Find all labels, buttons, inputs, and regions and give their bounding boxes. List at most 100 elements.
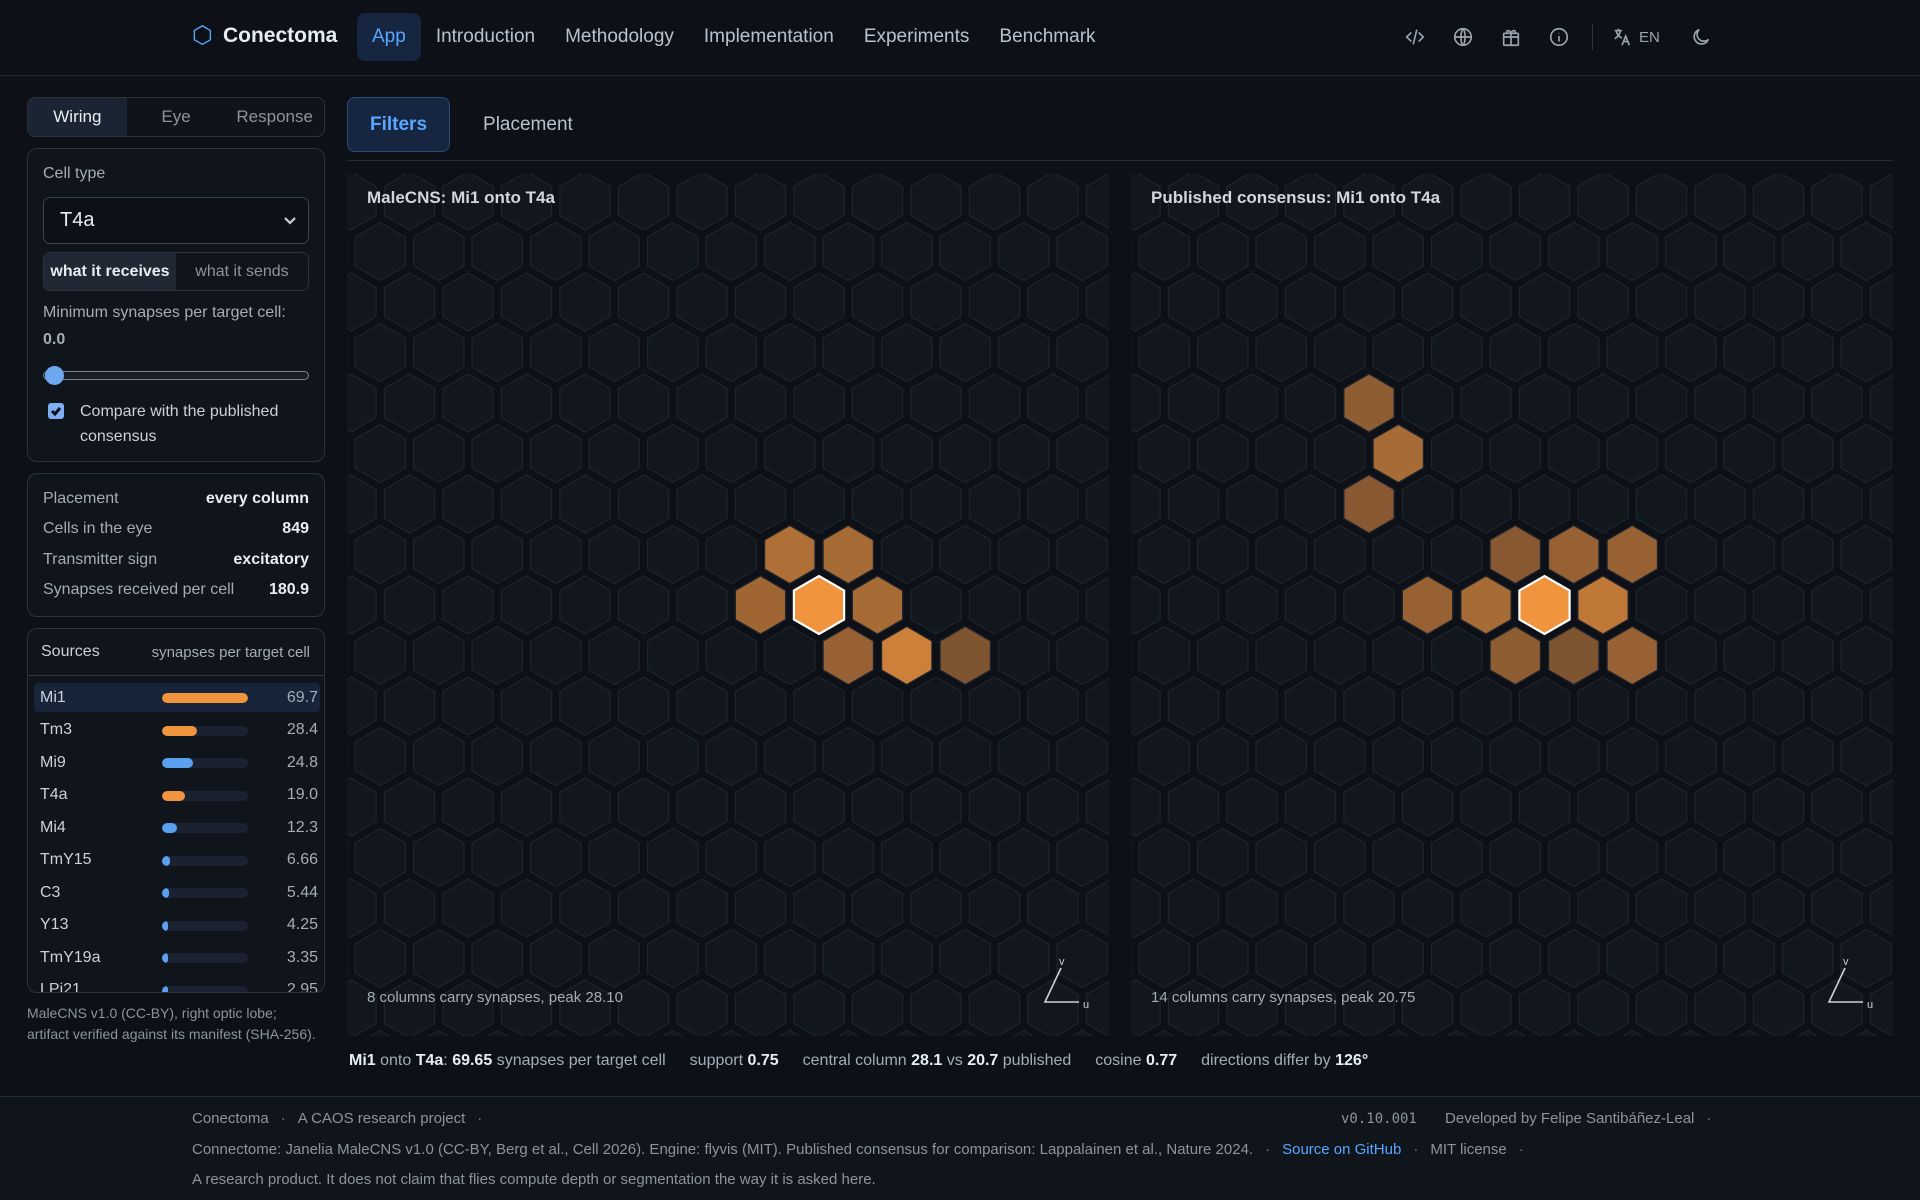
hex-column — [530, 322, 582, 383]
source-row-tmy15[interactable]: TmY15 6.66 — [34, 846, 320, 875]
view-wiring[interactable]: Wiring — [28, 98, 127, 136]
hex-cell-active[interactable] — [1548, 625, 1600, 686]
source-row-t4a[interactable]: T4a 19.0 — [34, 781, 320, 810]
nav-app[interactable]: App — [357, 13, 421, 61]
hex-cell-active[interactable] — [1606, 524, 1659, 585]
hex-column — [1027, 676, 1079, 736]
hex-column — [1460, 777, 1512, 837]
cell-type-select[interactable]: T4a — [43, 197, 309, 244]
hex-column — [1085, 273, 1109, 331]
hex-cell-active[interactable] — [1343, 474, 1395, 534]
source-row-tmy19a[interactable]: TmY19a 3.35 — [34, 943, 320, 972]
hex-cell-active[interactable] — [1401, 575, 1454, 635]
hex-cell-active[interactable] — [764, 524, 816, 585]
consensus-hex-map[interactable]: Published consensus: Mi1 onto T4a 14 col… — [1131, 174, 1893, 1036]
source-value: 28.4 — [286, 721, 318, 738]
hex-cell-active[interactable] — [1489, 524, 1541, 585]
hex-column — [1085, 677, 1109, 735]
nav-methodology[interactable]: Methodology — [550, 13, 689, 61]
hex-column — [880, 322, 933, 383]
compare-checkbox[interactable] — [48, 403, 64, 419]
hex-column — [1489, 322, 1541, 383]
axis-u-label: u — [1867, 999, 1873, 1011]
globe-icon[interactable] — [1448, 24, 1478, 50]
hex-cell-active[interactable] — [1343, 373, 1395, 433]
hex-column — [442, 777, 494, 837]
map-footer: 14 columns carry synapses, peak 20.75 — [1151, 989, 1416, 1006]
info-icon[interactable] — [1544, 24, 1574, 50]
source-row-tm3[interactable]: Tm3 28.4 — [34, 716, 320, 745]
nav-experiments[interactable]: Experiments — [849, 13, 985, 61]
nav-implementation[interactable]: Implementation — [689, 13, 849, 61]
github-link[interactable]: Source on GitHub — [1282, 1141, 1401, 1158]
hex-column — [939, 423, 992, 484]
hex-column — [559, 676, 611, 736]
hex-cell-active[interactable] — [1372, 423, 1424, 484]
hex-cell-active[interactable] — [1548, 524, 1600, 585]
comparison-summary: Mi1 onto T4a: 69.65 synapses per target … — [349, 1052, 1368, 1070]
hex-column — [530, 423, 582, 484]
hex-column — [997, 726, 1050, 787]
source-row-mi4[interactable]: Mi4 12.3 — [34, 813, 320, 842]
source-row-mi9[interactable]: Mi9 24.8 — [34, 748, 320, 777]
language-switch[interactable]: EN — [1611, 26, 1660, 48]
hex-column — [530, 726, 582, 787]
nav-introduction[interactable]: Introduction — [421, 13, 550, 61]
hex-cell-active[interactable] — [1606, 625, 1659, 686]
hex-column — [1056, 322, 1109, 383]
source-bar — [162, 790, 248, 801]
malecns-hex-map[interactable]: MaleCNS: Mi1 onto T4a 8 columns carry sy… — [347, 174, 1109, 1036]
license-label: MIT license — [1430, 1141, 1507, 1158]
data-source-note: MaleCNS v1.0 (CC-BY), right optic lobe; … — [27, 1005, 316, 1042]
code-icon[interactable] — [1400, 24, 1430, 50]
hex-column — [1694, 474, 1746, 534]
hex-column — [1255, 625, 1307, 686]
view-eye[interactable]: Eye — [127, 98, 226, 136]
brand[interactable]: ⬡ Conectoma — [192, 24, 337, 48]
direction-receives[interactable]: what it receives — [44, 253, 176, 290]
hex-column — [647, 827, 699, 888]
gift-icon[interactable] — [1496, 24, 1526, 50]
hex-cell-active[interactable] — [734, 575, 787, 635]
source-row-c3[interactable]: C3 5.44 — [34, 878, 320, 907]
hexagon-icon: ⬡ — [192, 22, 213, 49]
nav-benchmark[interactable]: Benchmark — [984, 13, 1110, 61]
hex-column — [1840, 524, 1893, 585]
hex-cell-center[interactable] — [792, 574, 846, 636]
hex-cell-active[interactable] — [822, 524, 875, 585]
hex-column — [1131, 575, 1161, 635]
hex-column — [412, 221, 465, 282]
hex-column — [676, 174, 728, 231]
slider-thumb[interactable] — [45, 366, 64, 385]
hex-column — [1694, 174, 1746, 231]
hex-column — [1085, 374, 1109, 432]
hex-column — [1343, 777, 1395, 837]
hex-cell-active[interactable] — [1460, 575, 1512, 635]
hex-cell-active[interactable] — [1489, 625, 1541, 686]
source-row-mi1[interactable]: Mi1 69.7 — [34, 683, 320, 712]
view-response[interactable]: Response — [225, 98, 324, 136]
moon-icon[interactable] — [1686, 24, 1716, 50]
hex-cell-active[interactable] — [1577, 575, 1629, 635]
hex-cell-active[interactable] — [939, 625, 992, 686]
hex-column — [1027, 777, 1079, 837]
tab-filters[interactable]: Filters — [347, 97, 451, 152]
direction-sends[interactable]: what it sends — [176, 253, 308, 290]
tab-placement[interactable]: Placement — [460, 97, 596, 152]
hex-cell-active[interactable] — [822, 625, 875, 686]
hex-cell-center[interactable] — [1518, 574, 1571, 636]
hex-column — [588, 726, 640, 787]
hex-cell-active[interactable] — [880, 625, 933, 686]
hex-column — [383, 878, 436, 938]
hex-column — [734, 174, 787, 231]
hex-column — [1131, 474, 1161, 534]
source-row-lpi21[interactable]: LPi21 2.95 — [34, 976, 320, 992]
hex-column — [734, 272, 787, 332]
hex-column — [880, 827, 933, 888]
hex-column — [793, 878, 845, 938]
hex-column — [910, 373, 962, 433]
hex-cell-active[interactable] — [851, 575, 904, 635]
source-row-y13[interactable]: Y13 4.25 — [34, 911, 320, 940]
min-synapses-slider[interactable] — [43, 365, 309, 385]
source-bar-fill — [162, 790, 186, 801]
